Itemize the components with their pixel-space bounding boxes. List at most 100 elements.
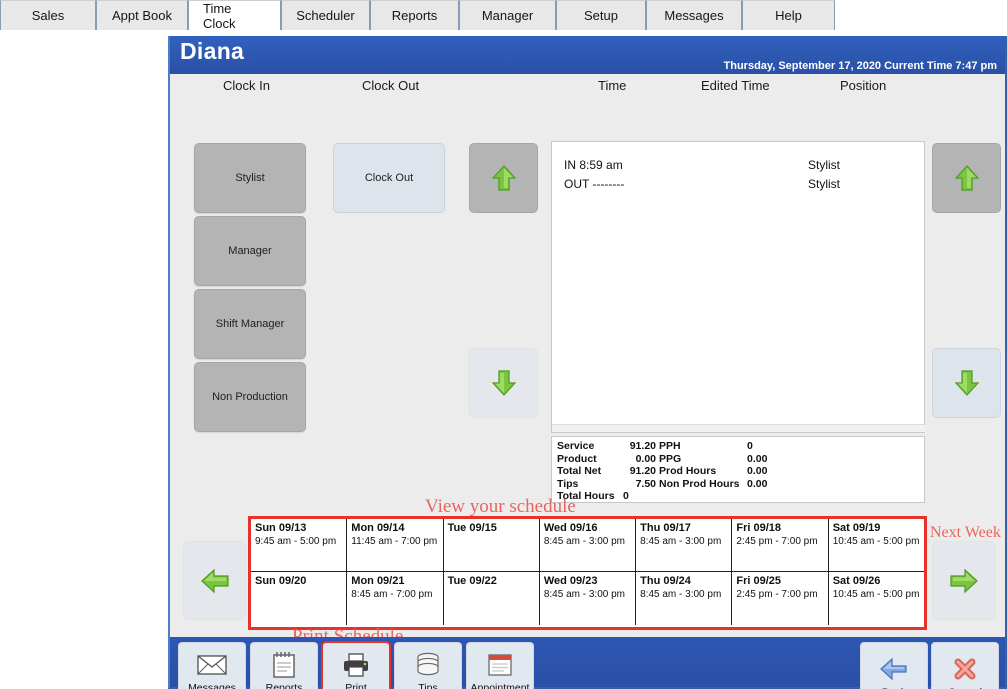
schedule-day-label: Mon 09/14 — [351, 522, 405, 534]
summary-row: Service 91.20 PPH 0 — [557, 440, 807, 453]
schedule-hours: 10:45 am - 5:00 pm — [832, 589, 920, 600]
annotation-view-schedule: View your schedule — [425, 496, 576, 517]
schedule-cell[interactable]: Mon 09/21 8:45 am - 7:00 pm — [347, 572, 444, 625]
scroll-down-button-left[interactable] — [469, 348, 538, 418]
left-blank-area — [0, 36, 168, 689]
schedule-cell[interactable]: Fri 09/25 2:45 pm - 7:00 pm — [732, 572, 829, 625]
time-log-entry-time: IN 8:59 am — [564, 158, 623, 172]
messages-button[interactable]: Messages — [178, 642, 246, 689]
current-datetime: Thursday, September 17, 2020 Current Tim… — [723, 60, 997, 72]
scroll-down-button-right[interactable] — [932, 348, 1001, 418]
tab-label: Help — [775, 8, 802, 23]
left-arrow-icon — [200, 568, 229, 593]
button-label: Reports — [265, 682, 303, 689]
schedule-cell[interactable]: Sun 09/20 — [251, 572, 348, 625]
column-header-time: Time — [598, 78, 627, 93]
schedule-week-row: Sun 09/13 9:45 am - 5:00 pm Mon 09/14 11… — [251, 519, 924, 572]
coins-icon — [411, 650, 445, 680]
scroll-up-button-left[interactable] — [469, 143, 538, 213]
summary-label2: Prod Hours — [659, 465, 717, 478]
schedule-day-label: Fri 09/18 — [736, 522, 782, 534]
appointment-button[interactable]: Appointment — [466, 642, 534, 689]
summary-value: 91.20 — [629, 440, 656, 452]
tab-time-clock[interactable]: Time Clock — [188, 0, 281, 31]
schedule-cell[interactable]: Sat 09/26 10:45 am - 5:00 pm — [829, 572, 924, 625]
schedule-hours: 10:45 am - 5:00 pm — [832, 536, 920, 547]
time-log-list[interactable]: IN 8:59 am Stylist OUT -------- Stylist — [551, 141, 926, 433]
print-schedule-button[interactable]: PrintSchedule — [321, 641, 391, 689]
schedule-day-label: Tue 09/15 — [447, 522, 497, 534]
summary-row: Tips 7.50 Non Prod Hours 0.00 — [557, 478, 807, 491]
summary-panel: Service 91.20 PPH 0 Product 0.00 PPG 0.0… — [551, 436, 925, 503]
tab-messages[interactable]: Messages — [646, 0, 742, 30]
tips-button[interactable]: Tips — [394, 642, 462, 689]
page-title: Diana — [180, 38, 245, 64]
schedule-cell[interactable]: Mon 09/14 11:45 am - 7:00 pm — [347, 519, 444, 571]
column-header-clock-out: Clock Out — [362, 78, 420, 93]
summary-row: Product 0.00 PPG 0.00 — [557, 453, 807, 466]
tab-reports[interactable]: Reports — [370, 0, 459, 30]
tab-scheduler[interactable]: Scheduler — [281, 0, 370, 30]
tab-label: Scheduler — [296, 8, 355, 23]
scroll-up-button-right[interactable] — [932, 143, 1001, 213]
cancel-x-icon — [948, 654, 982, 684]
application-window: Sales Appt Book Time Clock Scheduler Rep… — [0, 0, 1007, 689]
bottom-toolbar: Messages Reports Print Tips Appointment — [170, 637, 1005, 689]
schedule-hours: 2:45 pm - 7:00 pm — [736, 589, 818, 600]
schedule-cell[interactable]: Sat 09/19 10:45 am - 5:00 pm — [829, 519, 924, 571]
schedule-hours: 8:45 am - 7:00 pm — [351, 589, 433, 600]
schedule-day-label: Thu 09/17 — [640, 522, 691, 534]
clock-in-button-shift-manager[interactable]: Shift Manager — [194, 289, 306, 359]
clock-in-button-stylist[interactable]: Stylist — [194, 143, 306, 213]
previous-week-button[interactable] — [183, 541, 246, 620]
time-log-entry-time: OUT -------- — [564, 177, 625, 191]
schedule-cell[interactable]: Tue 09/15 — [444, 519, 540, 571]
schedule-cell[interactable]: Thu 09/24 8:45 am - 3:00 pm — [636, 572, 733, 625]
next-week-button[interactable] — [932, 541, 995, 620]
time-log-entry-position: Stylist — [808, 158, 841, 172]
clock-out-button[interactable]: Clock Out — [333, 143, 445, 213]
summary-value: 0.00 — [635, 452, 656, 465]
tab-appt-book[interactable]: Appt Book — [96, 0, 188, 30]
tab-setup[interactable]: Setup — [556, 0, 646, 30]
down-arrow-icon — [954, 370, 979, 396]
calendar-icon — [483, 650, 517, 680]
schedule-cell[interactable]: Wed 09/23 8:45 am - 3:00 pm — [540, 572, 637, 625]
tab-label: Manager — [481, 8, 534, 23]
clock-in-button-non-production[interactable]: Non Production — [194, 362, 306, 432]
time-clock-window: Diana Thursday, September 17, 2020 Curre… — [168, 36, 1007, 689]
schedule-cell[interactable]: Fri 09/18 2:45 pm - 7:00 pm — [732, 519, 829, 571]
button-label: Appointment — [470, 682, 530, 689]
time-log-scrollbar[interactable] — [552, 424, 926, 432]
tab-help[interactable]: Help — [742, 0, 835, 30]
schedule-day-label: Sun 09/20 — [255, 575, 307, 587]
back-arrow-icon — [877, 654, 911, 684]
summary-row: Total Net 91.20 Prod Hours 0.00 — [557, 465, 807, 478]
schedule-day-label: Wed 09/16 — [543, 522, 598, 534]
schedule-cell[interactable]: Sun 09/13 9:45 am - 5:00 pm — [251, 519, 348, 571]
tab-label: Setup — [584, 8, 618, 23]
cancel-button[interactable]: Cancel — [931, 642, 999, 689]
tab-manager[interactable]: Manager — [459, 0, 556, 30]
tab-label: Appt Book — [112, 8, 172, 23]
summary-label: Total Net — [557, 465, 602, 478]
summary-value: 7.50 — [635, 477, 656, 490]
schedule-grid[interactable]: Sun 09/13 9:45 am - 5:00 pm Mon 09/14 11… — [248, 516, 927, 630]
tab-sales[interactable]: Sales — [0, 0, 96, 30]
up-arrow-icon — [491, 165, 516, 191]
summary-label: Tips — [557, 477, 579, 490]
reports-button[interactable]: Reports — [250, 642, 318, 689]
schedule-cell[interactable]: Wed 09/16 8:45 am - 3:00 pm — [540, 519, 637, 571]
clock-in-button-manager[interactable]: Manager — [194, 216, 306, 286]
right-arrow-icon — [949, 568, 978, 593]
back-button[interactable]: Back — [860, 642, 928, 689]
summary-row-total: Total Hours 0 — [557, 490, 807, 503]
summary-value2: 0.00 — [747, 452, 768, 465]
button-label: Tips — [418, 682, 438, 689]
summary-value2: 0.00 — [747, 477, 768, 490]
summary-label: Service — [557, 440, 595, 452]
column-headers: Clock In Clock Out Time Edited Time Posi… — [170, 74, 1005, 100]
schedule-cell[interactable]: Thu 09/17 8:45 am - 3:00 pm — [636, 519, 733, 571]
annotation-next-week: Next Week — [930, 524, 1001, 541]
schedule-cell[interactable]: Tue 09/22 — [444, 572, 540, 625]
